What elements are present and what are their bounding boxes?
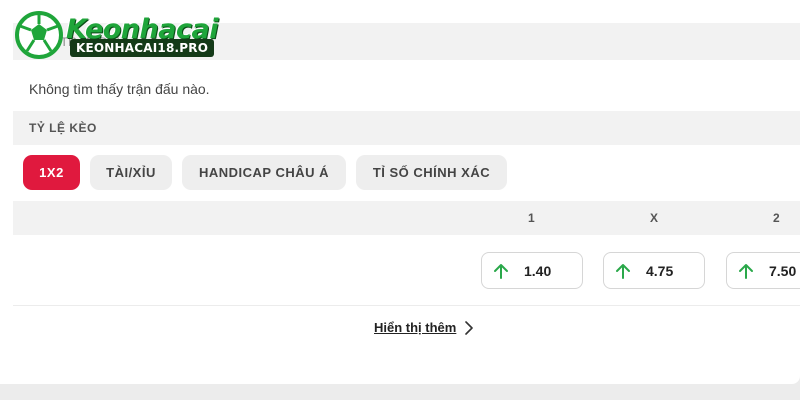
odds-divider xyxy=(13,305,800,306)
no-matches-message: Không tìm thấy trận đấu nào. xyxy=(29,81,210,97)
column-label-1: 1 xyxy=(528,211,535,225)
odds-section-title: TỶ LỆ KÈO xyxy=(29,121,97,135)
column-label-x: X xyxy=(650,211,659,225)
show-more-link[interactable]: Hiển thị thêm xyxy=(374,320,474,335)
arrow-up-icon xyxy=(616,264,630,279)
odd-button-1[interactable]: 1.40 xyxy=(481,252,583,289)
column-label-2: 2 xyxy=(773,211,780,225)
odd-value: 1.40 xyxy=(524,263,552,279)
odd-value: 7.50 xyxy=(769,263,797,279)
odd-button-x[interactable]: 4.75 xyxy=(603,252,705,289)
show-more-label: Hiển thị thêm xyxy=(374,320,457,335)
tab-handicap-chau-a[interactable]: HANDICAP CHÂU Á xyxy=(182,155,346,190)
arrow-up-icon xyxy=(494,264,508,279)
odds-section-bar xyxy=(13,111,800,145)
tab-tai-xiu[interactable]: TÀI/XỈU xyxy=(90,155,172,190)
soccer-ball-icon xyxy=(15,11,63,59)
tab-ti-so-chinh-xac[interactable]: TỈ SỐ CHÍNH XÁC xyxy=(356,155,507,190)
chevron-right-icon xyxy=(465,321,474,335)
odds-column-header xyxy=(13,201,800,235)
odd-value: 4.75 xyxy=(646,263,674,279)
tab-1x2[interactable]: 1X2 xyxy=(23,155,80,190)
odd-button-2[interactable]: 7.50 xyxy=(726,252,800,289)
arrow-up-icon xyxy=(739,264,753,279)
logo-domain-badge: KEONHACAI18.PRO xyxy=(70,39,215,57)
site-logo: Keonhacai KEONHACAI18.PRO xyxy=(14,10,218,60)
